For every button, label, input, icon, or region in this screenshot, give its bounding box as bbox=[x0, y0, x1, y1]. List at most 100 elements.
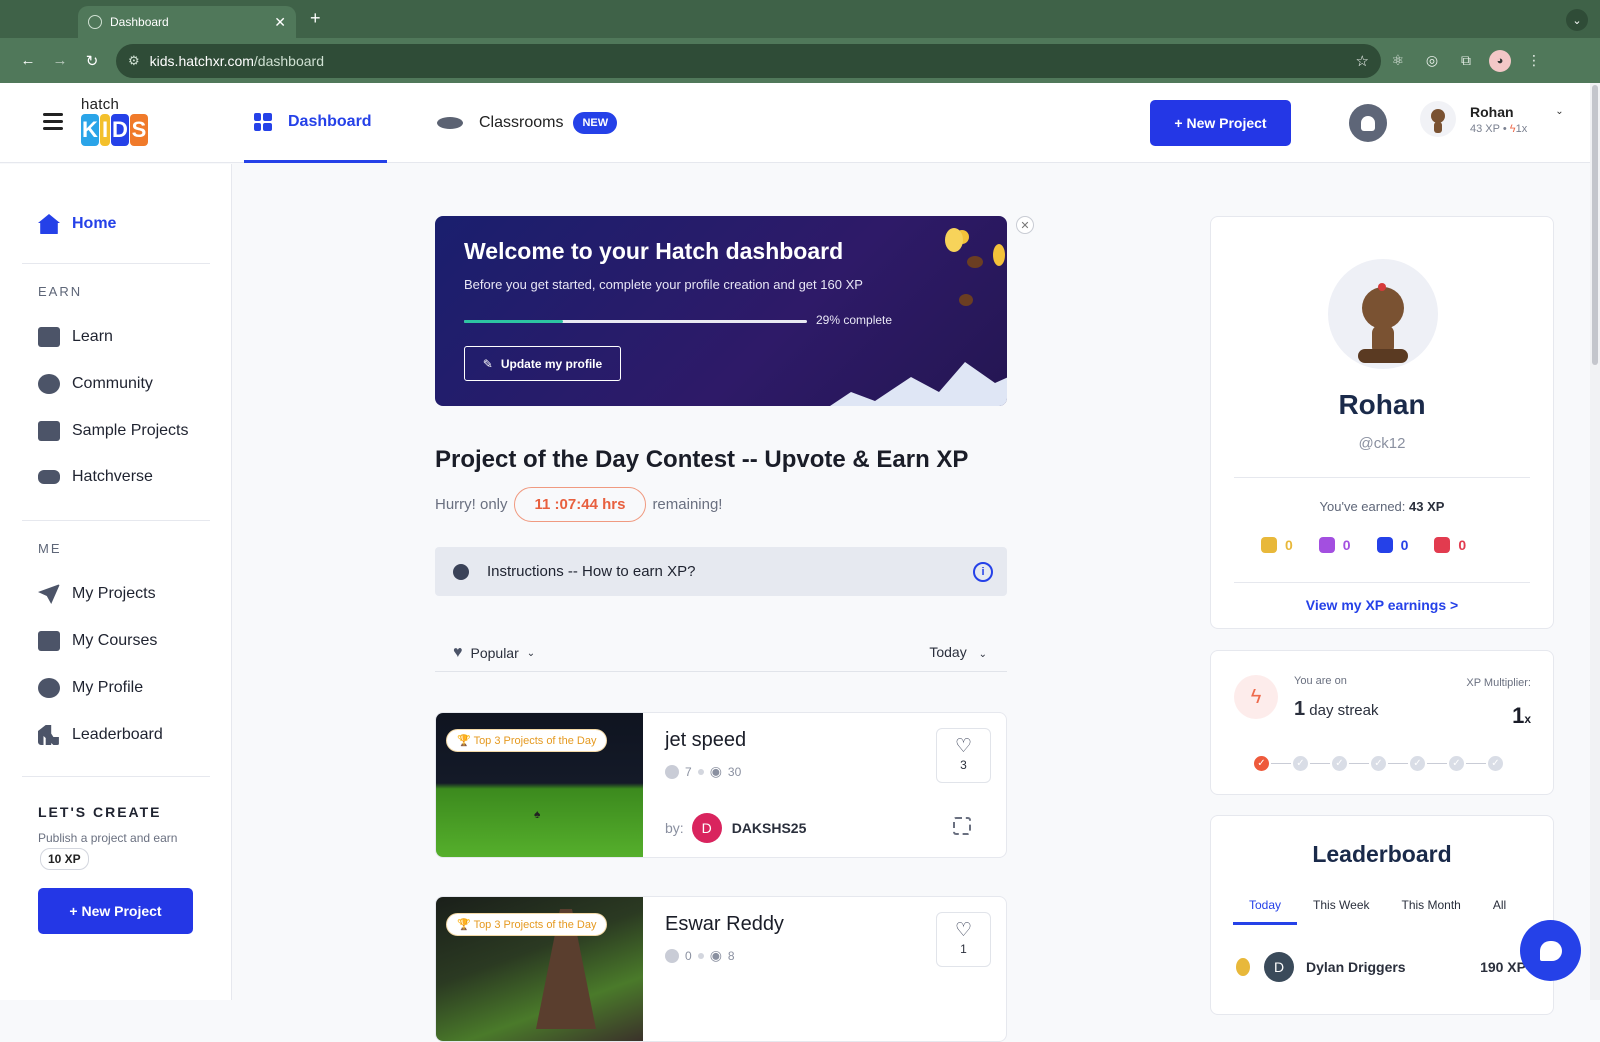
fullscreen-icon[interactable] bbox=[953, 817, 971, 835]
chevron-down-icon[interactable]: ⌄ bbox=[1555, 106, 1563, 117]
heart-outline-icon: ♡ bbox=[954, 736, 973, 757]
sidebar-item-my-courses[interactable]: My Courses bbox=[38, 631, 157, 651]
jet-icon: ♠ bbox=[534, 807, 541, 821]
streak-day-pending: ✓ bbox=[1291, 754, 1310, 773]
sidebar-item-my-profile[interactable]: My Profile bbox=[38, 678, 143, 698]
puzzle-extensions-icon[interactable]: ⧉ bbox=[1449, 52, 1483, 69]
author-name[interactable]: DAKSHS25 bbox=[732, 820, 807, 836]
tab-search-icon[interactable]: ⌄ bbox=[1566, 9, 1588, 31]
project-title[interactable]: jet speed bbox=[665, 729, 746, 752]
instructions-accordion[interactable]: Instructions -- How to earn XP? i bbox=[435, 547, 1007, 596]
project-title[interactable]: Eswar Reddy bbox=[665, 913, 784, 936]
divider bbox=[22, 520, 210, 521]
tab-this-month[interactable]: This Month bbox=[1386, 898, 1477, 925]
react-devtools-icon[interactable]: ⚛ bbox=[1381, 52, 1415, 69]
notifications-bell-icon[interactable] bbox=[1349, 104, 1387, 142]
top-projects-badge: 🏆 Top 3 Projects of the Day bbox=[446, 913, 608, 936]
bookmark-star-icon[interactable]: ☆ bbox=[1356, 52, 1369, 70]
sidebar-item-my-projects[interactable]: My Projects bbox=[38, 584, 156, 604]
info-icon[interactable]: i bbox=[973, 561, 993, 582]
lets-create-text: Publish a project and earn 10 XP bbox=[38, 828, 188, 870]
reload-icon[interactable]: ↻ bbox=[76, 52, 108, 70]
time-range-dropdown[interactable]: Today ⌄ bbox=[929, 644, 987, 660]
lets-create-title: LET'S CREATE bbox=[38, 804, 162, 820]
tab-today[interactable]: Today bbox=[1233, 898, 1298, 925]
profile-avatar-icon[interactable]: ◕ bbox=[1483, 49, 1517, 72]
hamburger-menu-icon[interactable] bbox=[43, 113, 63, 134]
update-profile-label: Update my profile bbox=[500, 356, 603, 371]
contest-title: Project of the Day Contest -- Upvote & E… bbox=[435, 446, 969, 473]
globe-icon bbox=[88, 15, 102, 29]
user-name: Rohan bbox=[1470, 103, 1514, 120]
streak-day-completed: ✓ bbox=[1252, 754, 1271, 773]
streak-day-pending: ✓ bbox=[1486, 754, 1505, 773]
leaderboard-row[interactable]: D Dylan Driggers 190 XP bbox=[1236, 952, 1526, 982]
pencil-icon: ✎ bbox=[482, 356, 493, 371]
badge-counts: 0 0 0 0 bbox=[1261, 537, 1466, 553]
sidebar-item-label: My Courses bbox=[72, 632, 158, 649]
multiplier-suffix: x bbox=[1524, 712, 1531, 726]
hatch-kids-logo[interactable]: hatch KIDS bbox=[81, 96, 148, 146]
update-profile-button[interactable]: ✎ Update my profile bbox=[464, 346, 621, 381]
sidebar-item-leaderboard[interactable]: Leaderboard bbox=[38, 725, 163, 745]
extension-circle-icon[interactable]: ◎ bbox=[1415, 52, 1449, 69]
scrollbar-thumb[interactable] bbox=[1592, 85, 1598, 365]
tab-this-week[interactable]: This Week bbox=[1297, 898, 1385, 925]
profile-avatar[interactable] bbox=[1328, 259, 1438, 369]
author-avatar[interactable]: D bbox=[691, 813, 722, 843]
user-multiplier: 1x bbox=[1515, 122, 1528, 135]
project-card[interactable]: 🏆 Top 3 Projects of the Day Eswar Reddy … bbox=[435, 896, 1007, 1042]
view-xp-earnings-link[interactable]: View my XP earnings > bbox=[1211, 597, 1553, 613]
chat-button[interactable] bbox=[1520, 920, 1581, 981]
sidebar-item-home[interactable]: Home bbox=[38, 214, 116, 234]
leaderboard-card: Leaderboard Today This Week This Month A… bbox=[1210, 815, 1554, 1015]
multiplier-value: 1x bbox=[1512, 703, 1531, 729]
new-tab-icon[interactable]: + bbox=[310, 8, 321, 29]
chevron-down-icon: ⌄ bbox=[526, 647, 536, 659]
like-button[interactable]: ♡ 1 bbox=[936, 912, 991, 967]
sort-dropdown[interactable]: ♥ Popular ⌄ bbox=[453, 644, 535, 662]
url-path: /dashboard bbox=[253, 52, 324, 69]
vr-headset-icon bbox=[38, 470, 60, 484]
page-scrollbar[interactable] bbox=[1590, 83, 1600, 1000]
view-count: 8 bbox=[727, 948, 735, 963]
tab-dashboard[interactable]: Dashboard bbox=[244, 83, 387, 163]
tab-all[interactable]: All bbox=[1477, 898, 1522, 925]
browser-tab[interactable]: Dashboard ✕ bbox=[78, 6, 296, 38]
site-settings-icon[interactable]: ⚙ bbox=[128, 53, 140, 69]
me-section-label: ME bbox=[38, 541, 62, 556]
menu-kebab-icon[interactable]: ⋮ bbox=[1517, 52, 1551, 69]
address-bar[interactable]: ⚙ kids.hatchxr.com/dashboard ☆ bbox=[116, 43, 1381, 78]
top-projects-badge: 🏆 Top 3 Projects of the Day bbox=[446, 729, 608, 752]
tab-classrooms[interactable]: Classrooms NEW bbox=[437, 83, 618, 163]
publish-text: Publish a project and earn bbox=[38, 831, 178, 845]
hearts-icon bbox=[1434, 537, 1451, 553]
project-author: by: D DAKSHS25 bbox=[665, 813, 806, 843]
profile-card: Rohan @ck12 You've earned: 43 XP 0 0 0 0… bbox=[1210, 216, 1554, 629]
sidebar-new-project-button[interactable]: + New Project bbox=[38, 888, 193, 934]
like-count: 3 bbox=[960, 758, 967, 772]
sidebar-item-label: Hatchverse bbox=[72, 468, 153, 485]
streak-day-pending: ✓ bbox=[1369, 754, 1388, 773]
new-badge: NEW bbox=[573, 112, 618, 134]
sidebar-item-sample-projects[interactable]: Sample Projects bbox=[38, 421, 189, 441]
sidebar-item-learn[interactable]: Learn bbox=[38, 327, 113, 347]
forward-icon[interactable]: → bbox=[44, 52, 76, 69]
sidebar-item-hatchverse[interactable]: Hatchverse bbox=[38, 468, 153, 486]
close-tab-icon[interactable]: ✕ bbox=[274, 14, 286, 31]
sidebar: Home EARN Learn Community Sample Project… bbox=[0, 164, 232, 1000]
close-banner-icon[interactable]: ✕ bbox=[1016, 216, 1034, 234]
like-button[interactable]: ♡ 3 bbox=[936, 728, 991, 783]
url-domain: kids.hatchxr.com bbox=[149, 52, 254, 69]
user-menu[interactable]: Rohan 43 XP • ϟ1x ⌄ bbox=[1420, 101, 1564, 137]
back-icon[interactable]: ← bbox=[12, 52, 44, 69]
earn-section-label: EARN bbox=[38, 284, 83, 299]
header-new-project-button[interactable]: + New Project bbox=[1150, 100, 1291, 146]
project-card[interactable]: ♠ 🏆 Top 3 Projects of the Day jet speed … bbox=[435, 712, 1007, 858]
sidebar-item-community[interactable]: Community bbox=[38, 374, 153, 394]
like-count: 1 bbox=[960, 942, 967, 956]
project-stats: 0 ◉ 8 bbox=[665, 947, 735, 964]
chevron-down-icon: ⌄ bbox=[978, 649, 987, 660]
sidebar-item-label: My Profile bbox=[72, 679, 144, 696]
earned-label: You've earned: bbox=[1319, 499, 1406, 514]
